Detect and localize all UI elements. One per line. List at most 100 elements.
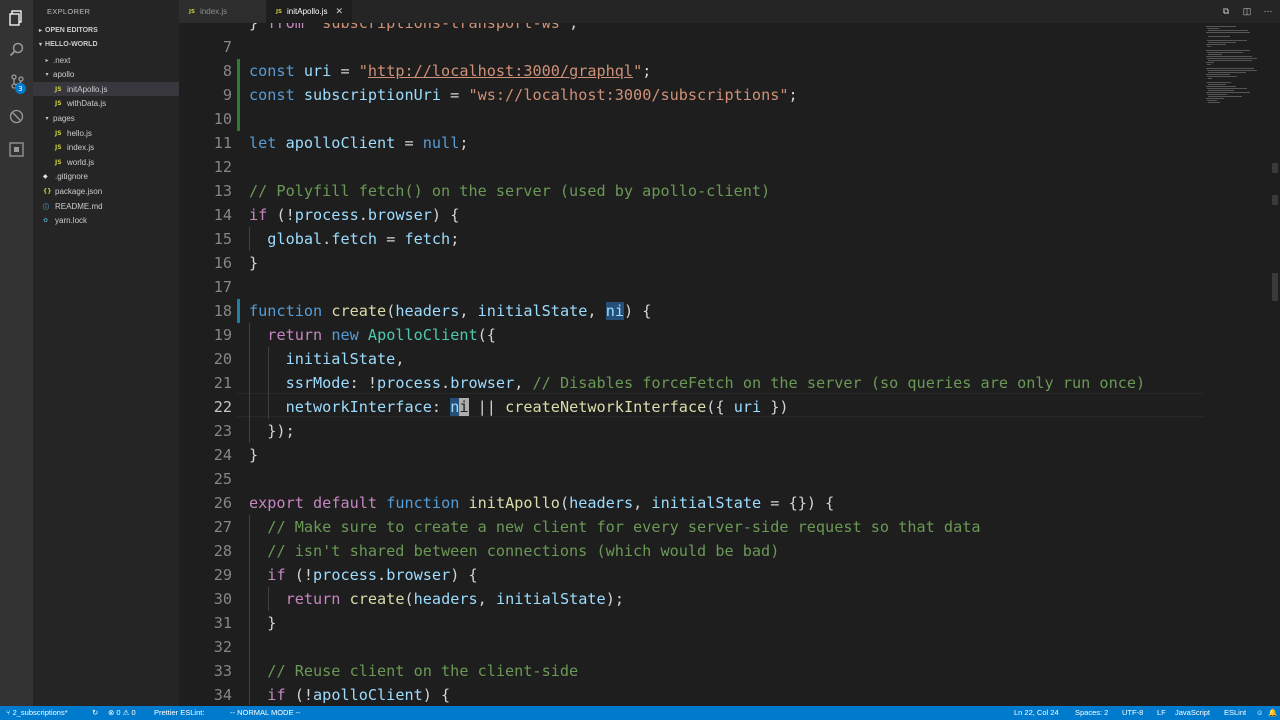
eslint-status[interactable]: ESLint [1224, 708, 1246, 717]
sync-icon[interactable]: ↻ [92, 708, 98, 717]
minimap-line [1206, 44, 1226, 45]
code-editor[interactable]: } from "subscriptions-transport-ws"; 7 8 9… [179, 23, 1280, 706]
minimap-line [1207, 28, 1219, 29]
tree-item-label: withData.js [67, 99, 107, 109]
git-branch[interactable]: ⑂ 2_subscriptions* [6, 708, 68, 717]
split-editor-icon[interactable]: ◫ [1241, 5, 1253, 17]
chevron-right-icon: ▸ [45, 57, 49, 64]
line-number: 15 [213, 230, 232, 248]
line-number: 21 [213, 374, 232, 392]
bell-icon[interactable]: 🔔 [1268, 708, 1277, 717]
minimap-line [1206, 92, 1250, 93]
minimap-line [1208, 90, 1234, 91]
problems-indicator[interactable]: ⊗ 0 ⚠ 0 [108, 708, 136, 717]
open-changes-icon[interactable]: ⧉ [1220, 5, 1232, 17]
minimap-line [1208, 96, 1242, 97]
tree-item-next[interactable]: ▸ .next [33, 53, 179, 67]
tree-item-label: index.js [67, 143, 95, 153]
minimap-line [1208, 72, 1246, 73]
tree-item-world-js[interactable]: JS world.js [33, 155, 179, 169]
tree-item-withdata-js[interactable]: JS withData.js [33, 97, 179, 111]
smiley-icon[interactable]: ☺ [1256, 708, 1264, 717]
cursor-position[interactable]: Ln 22, Col 24 [1014, 708, 1059, 717]
tree-item-yarn-lock[interactable]: ✿ yarn.lock [33, 214, 179, 228]
vertical-scrollbar[interactable] [1270, 23, 1280, 706]
explorer-icon[interactable] [8, 9, 25, 26]
minimap-line [1206, 50, 1250, 51]
line-number: 11 [213, 134, 232, 152]
line-number: 32 [213, 638, 232, 656]
tree-item-label: pages [53, 113, 75, 123]
chevron-down-icon: ▾ [45, 115, 49, 122]
minimap-line [1207, 76, 1237, 77]
code-line-31: } [249, 614, 277, 632]
more-actions-icon[interactable]: ··· [1262, 5, 1274, 17]
prettier-eslint-status[interactable]: Prettier ESLint: [154, 708, 204, 717]
line-number: 28 [213, 542, 232, 560]
minimap-line [1206, 68, 1254, 69]
minimap-line [1207, 82, 1231, 83]
tab-index-js[interactable]: JS index.js [179, 0, 266, 23]
chevron-down-icon: ▾ [45, 72, 49, 79]
tree-item-gitignore[interactable]: ◆ .gitignore [33, 170, 179, 184]
tree-item-label: yarn.lock [55, 216, 88, 226]
scm-count-badge: 3 [15, 83, 26, 94]
chevron-down-icon: ▾ [39, 42, 43, 48]
open-editors-label: OPEN EDITORS [45, 27, 98, 34]
tree-item-apollo[interactable]: ▾ apollo [33, 68, 179, 82]
indentation[interactable]: Spaces: 2 [1075, 708, 1108, 717]
tree-item-label: apollo [53, 70, 75, 80]
encoding[interactable]: UTF-8 [1122, 708, 1143, 717]
tree-item-label: initApollo.js [67, 84, 108, 94]
code-line-9: const subscriptionUri = "ws://localhost:… [249, 86, 798, 104]
debug-icon[interactable] [8, 108, 25, 125]
git-file-icon: ◆ [43, 173, 48, 181]
close-icon[interactable]: ✕ [335, 6, 343, 17]
code-line-13: // Polyfill fetch() on the server (used … [249, 182, 771, 200]
code-line-29: if (!process.browser) { [267, 566, 478, 584]
open-editors-section[interactable]: ▸ OPEN EDITORS [39, 27, 98, 34]
language-mode[interactable]: JavaScript [1175, 708, 1210, 717]
minimap-line [1206, 32, 1250, 33]
line-number: 18 [213, 302, 232, 320]
git-changed-marker [237, 299, 240, 323]
scrollbar-thumb[interactable] [1272, 273, 1278, 301]
minimap-line [1207, 100, 1217, 101]
code-line-30: return create(headers, initialState); [285, 590, 624, 608]
tree-item-label: world.js [67, 157, 95, 167]
tree-item-pages[interactable]: ▾ pages [33, 111, 179, 125]
minimap-line [1206, 56, 1252, 57]
minimap[interactable] [1200, 23, 1280, 706]
minimap-line [1208, 84, 1226, 85]
js-file-icon: JS [189, 8, 196, 15]
tree-item-label: package.json [55, 186, 103, 196]
line-number: 22 [213, 398, 232, 416]
extensions-icon[interactable] [8, 141, 25, 158]
project-section[interactable]: ▾ HELLO-WORLD [39, 41, 98, 48]
code-line-26: export default function initApollo(heade… [249, 494, 835, 512]
tree-item-index-js[interactable]: JS index.js [33, 141, 179, 155]
tab-label: index.js [200, 7, 228, 16]
tree-item-hello-js[interactable]: JS hello.js [33, 126, 179, 140]
tab-bar: JS index.js JS initApollo.js ✕ ⧉ ◫ ··· [179, 0, 1280, 23]
code-line-34: if (!apolloClient) { [267, 686, 451, 704]
line-ending[interactable]: LF [1157, 708, 1166, 717]
minimap-line [1207, 70, 1257, 71]
js-file-icon: JS [276, 8, 283, 15]
line-number: 19 [213, 326, 232, 344]
tree-item-package-json[interactable]: {} package.json [33, 184, 179, 198]
minimap-line [1207, 58, 1257, 59]
search-icon[interactable] [8, 41, 25, 58]
line-number: 29 [213, 566, 232, 584]
string-literal: "subscriptions-transport-ws" [313, 23, 570, 32]
tree-item-label: README.md [55, 201, 103, 211]
explorer-sidebar: EXPLORER ▸ OPEN EDITORS ▾ HELLO-WORLD ▸.… [33, 0, 179, 706]
tree-item-readme-md[interactable]: ⓘ README.md [33, 199, 179, 213]
tree-item-initapollo-js[interactable]: JS initApollo.js [33, 82, 179, 97]
js-file-icon: JS [55, 100, 62, 108]
minimap-line [1208, 42, 1236, 43]
line-number: 31 [213, 614, 232, 632]
tab-initapollo-js[interactable]: JS initApollo.js ✕ [266, 0, 352, 23]
minimap-line [1208, 30, 1248, 31]
js-file-icon: JS [55, 158, 62, 166]
